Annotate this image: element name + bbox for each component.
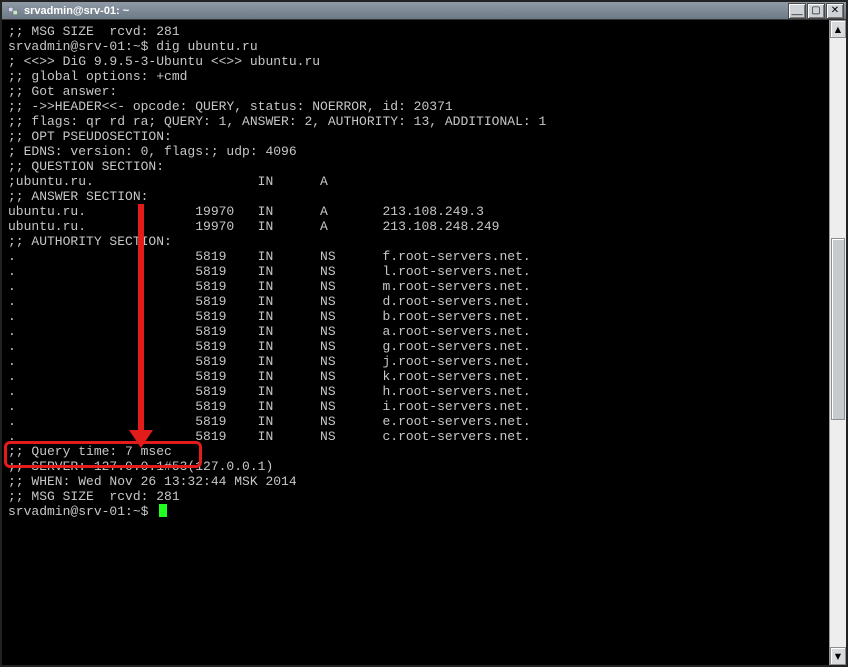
- minimize-button[interactable]: __: [788, 3, 806, 19]
- dig-banner: ;; flags: qr rd ra; QUERY: 1, ANSWER: 2,…: [8, 114, 828, 129]
- authority-row: . 5819 IN NS j.root-servers.net.: [8, 354, 828, 369]
- opt-line: ; EDNS: version: 0, flags:; udp: 4096: [8, 144, 828, 159]
- server-line: ;; SERVER: 127.0.0.1#53(127.0.0.1): [8, 459, 828, 474]
- dig-banner: ;; ->>HEADER<<- opcode: QUERY, status: N…: [8, 99, 828, 114]
- when-line: ;; WHEN: Wed Nov 26 13:32:44 MSK 2014: [8, 474, 828, 489]
- dig-banner: ;; global options: +cmd: [8, 69, 828, 84]
- title-left: srvadmin@srv-01: ~: [6, 4, 129, 18]
- prompt-line: srvadmin@srv-01:~$ dig ubuntu.ru: [8, 39, 828, 54]
- msg-size-line: ;; MSG SIZE rcvd: 281: [8, 489, 828, 504]
- window-buttons: __ ▢ ✕: [788, 3, 844, 19]
- authority-row: . 5819 IN NS d.root-servers.net.: [8, 294, 828, 309]
- opt-header: ;; OPT PSEUDOSECTION:: [8, 129, 828, 144]
- authority-row: . 5819 IN NS k.root-servers.net.: [8, 369, 828, 384]
- answer-header: ;; ANSWER SECTION:: [8, 189, 828, 204]
- window-title: srvadmin@srv-01: ~: [24, 5, 129, 17]
- terminal[interactable]: ;; MSG SIZE rcvd: 281srvadmin@srv-01:~$ …: [2, 20, 830, 665]
- msg-size-line: ;; MSG SIZE rcvd: 281: [8, 24, 828, 39]
- authority-header: ;; AUTHORITY SECTION:: [8, 234, 828, 249]
- authority-row: . 5819 IN NS e.root-servers.net.: [8, 414, 828, 429]
- dig-banner: ;; Got answer:: [8, 84, 828, 99]
- answer-row: ubuntu.ru. 19970 IN A 213.108.249.3: [8, 204, 828, 219]
- authority-row: . 5819 IN NS l.root-servers.net.: [8, 264, 828, 279]
- titlebar[interactable]: srvadmin@srv-01: ~ __ ▢ ✕: [2, 2, 846, 20]
- query-time-line: ;; Query time: 7 msec: [8, 444, 828, 459]
- minimize-icon: __: [791, 6, 802, 16]
- scroll-up-button[interactable]: ▴: [830, 20, 846, 38]
- terminal-window: srvadmin@srv-01: ~ __ ▢ ✕ ;; MSG SIZE rc…: [0, 0, 848, 667]
- prompt-line[interactable]: srvadmin@srv-01:~$: [8, 504, 828, 519]
- prompt-user: srvadmin@srv-01:~$: [8, 504, 156, 519]
- authority-row: . 5819 IN NS i.root-servers.net.: [8, 399, 828, 414]
- scroll-down-button[interactable]: ▾: [830, 647, 846, 665]
- scroll-thumb[interactable]: [831, 238, 845, 420]
- question-row: ;ubuntu.ru. IN A: [8, 174, 828, 189]
- caret-down-icon: ▾: [833, 646, 843, 666]
- authority-row: . 5819 IN NS h.root-servers.net.: [8, 384, 828, 399]
- scrollbar[interactable]: ▴ ▾: [829, 20, 846, 665]
- app-icon: [6, 4, 20, 18]
- authority-row: . 5819 IN NS a.root-servers.net.: [8, 324, 828, 339]
- dig-banner: ; <<>> DiG 9.9.5-3-Ubuntu <<>> ubuntu.ru: [8, 54, 828, 69]
- authority-row: . 5819 IN NS b.root-servers.net.: [8, 309, 828, 324]
- close-button[interactable]: ✕: [826, 3, 844, 19]
- close-icon: ✕: [831, 6, 839, 16]
- question-header: ;; QUESTION SECTION:: [8, 159, 828, 174]
- prompt-user: srvadmin@srv-01:~$: [8, 39, 156, 54]
- authority-row: . 5819 IN NS c.root-servers.net.: [8, 429, 828, 444]
- cursor: [159, 504, 167, 517]
- maximize-icon: ▢: [811, 6, 820, 16]
- maximize-button[interactable]: ▢: [807, 3, 825, 19]
- answer-row: ubuntu.ru. 19970 IN A 213.108.248.249: [8, 219, 828, 234]
- authority-row: . 5819 IN NS f.root-servers.net.: [8, 249, 828, 264]
- authority-row: . 5819 IN NS m.root-servers.net.: [8, 279, 828, 294]
- scroll-track[interactable]: [830, 38, 846, 647]
- authority-row: . 5819 IN NS g.root-servers.net.: [8, 339, 828, 354]
- prompt-command: dig ubuntu.ru: [156, 39, 257, 54]
- caret-up-icon: ▴: [833, 19, 843, 39]
